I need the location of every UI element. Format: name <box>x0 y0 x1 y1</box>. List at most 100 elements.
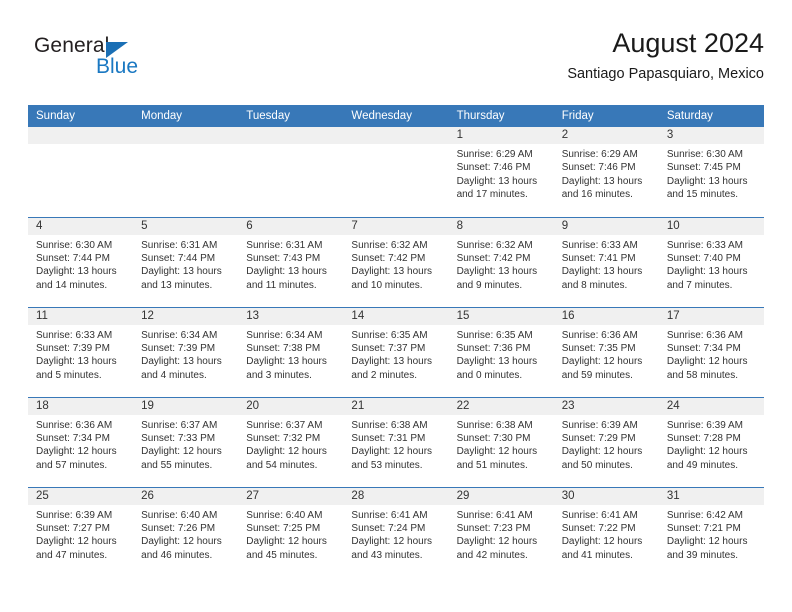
day-details: Sunrise: 6:41 AM Sunset: 7:23 PM Daylight:… <box>449 505 554 563</box>
day-cell[interactable]: 3 Sunrise: 6:30 AM Sunset: 7:45 PM Daylight… <box>658 127 764 217</box>
day-number: 24 <box>658 397 764 415</box>
weekday-header-sunday: Sunday <box>28 105 134 127</box>
day-number: 30 <box>553 487 659 505</box>
day-number: 31 <box>658 487 764 505</box>
day-number: 2 <box>553 127 659 144</box>
day-cell[interactable]: 6 Sunrise: 6:31 AM Sunset: 7:43 PM Daylight… <box>238 216 344 307</box>
sunrise-text: Sunrise: 6:33 AM <box>36 329 113 341</box>
daylight-text: Daylight: 12 hours <box>36 446 117 458</box>
day-cell[interactable]: 30 Sunrise: 6:41 AM Sunset: 7:22 PM Dayligh… <box>553 486 659 577</box>
week-row: 1 Sunrise: 6:29 AM Sunset: 7:46 PM Daylight… <box>28 127 764 217</box>
day-cell[interactable]: 17 Sunrise: 6:36 AM Sunset: 7:34 PM Dayligh… <box>658 306 764 397</box>
day-cell[interactable]: 20 Sunrise: 6:37 AM Sunset: 7:32 PM Dayligh… <box>238 396 344 487</box>
day-cell-empty <box>343 127 449 217</box>
sunrise-sunset-calendar: Sunday Monday Tuesday Wednesday Thursday Frid… <box>28 105 764 577</box>
day-number <box>133 127 239 144</box>
day-cell[interactable]: 24 Sunrise: 6:39 AM Sunset: 7:28 PM Dayligh… <box>658 396 764 487</box>
day-cell[interactable]: 31 Sunrise: 6:42 AM Sunset: 7:21 PM Dayligh… <box>658 486 764 577</box>
day-cell[interactable]: 28 Sunrise: 6:41 AM Sunset: 7:24 PM Dayligh… <box>343 486 449 577</box>
daylight-text: and 53 minutes. <box>351 459 423 471</box>
day-cell[interactable]: 25 Sunrise: 6:39 AM Sunset: 7:27 PM Dayligh… <box>28 486 134 577</box>
daylight-text: Daylight: 13 hours <box>36 356 117 368</box>
day-cell[interactable]: 23 Sunrise: 6:39 AM Sunset: 7:29 PM Dayligh… <box>553 396 659 487</box>
day-cell[interactable]: 18 Sunrise: 6:36 AM Sunset: 7:34 PM Dayligh… <box>28 396 134 487</box>
day-cell[interactable]: 21 Sunrise: 6:38 AM Sunset: 7:31 PM Dayligh… <box>343 396 449 487</box>
day-cell[interactable]: 29 Sunrise: 6:41 AM Sunset: 7:23 PM Dayligh… <box>448 486 554 577</box>
sunrise-text: Sunrise: 6:42 AM <box>666 509 743 521</box>
sunset-text: Sunset: 7:24 PM <box>351 522 426 534</box>
sunrise-text: Sunrise: 6:39 AM <box>561 419 638 431</box>
day-details: Sunrise: 6:31 AM Sunset: 7:44 PM Daylight:… <box>133 235 238 293</box>
daylight-text: Daylight: 13 hours <box>141 266 222 278</box>
day-cell[interactable]: 5 Sunrise: 6:31 AM Sunset: 7:44 PM Daylight… <box>133 216 239 307</box>
daylight-text: and 9 minutes. <box>456 279 523 291</box>
daylight-text: Daylight: 12 hours <box>561 356 643 368</box>
day-details: Sunrise: 6:37 AM Sunset: 7:32 PM Daylight:… <box>238 415 343 473</box>
general-blue-logo[interactable]: General Blue <box>34 34 214 86</box>
daylight-text: Daylight: 13 hours <box>561 266 643 278</box>
day-cell[interactable]: 27 Sunrise: 6:40 AM Sunset: 7:25 PM Dayligh… <box>238 486 344 577</box>
day-cell[interactable]: 12 Sunrise: 6:34 AM Sunset: 7:39 PM Dayligh… <box>133 306 239 397</box>
day-details: Sunrise: 6:40 AM Sunset: 7:26 PM Daylight:… <box>133 505 238 563</box>
sunset-text: Sunset: 7:44 PM <box>36 252 110 264</box>
day-details: Sunrise: 6:40 AM Sunset: 7:25 PM Daylight:… <box>238 505 343 563</box>
day-number: 17 <box>658 307 764 325</box>
weekday-header-tuesday: Tuesday <box>238 105 344 127</box>
sunrise-text: Sunrise: 6:32 AM <box>456 239 533 251</box>
daylight-text: Daylight: 13 hours <box>456 175 538 187</box>
daylight-text: and 7 minutes. <box>666 279 733 291</box>
weekday-header-friday: Friday <box>553 105 659 127</box>
day-details: Sunrise: 6:33 AM Sunset: 7:40 PM Daylight:… <box>659 235 764 293</box>
sunset-text: Sunset: 7:40 PM <box>666 252 741 264</box>
sunrise-text: Sunrise: 6:40 AM <box>141 509 218 521</box>
title-block: August 2024 Santiago Papasquiaro, Mexico <box>244 26 764 85</box>
day-details: Sunrise: 6:37 AM Sunset: 7:33 PM Daylight:… <box>133 415 238 473</box>
day-cell[interactable]: 8 Sunrise: 6:32 AM Sunset: 7:42 PM Daylight… <box>448 216 554 307</box>
day-cell-empty <box>133 127 239 217</box>
day-number: 1 <box>448 127 554 144</box>
day-details: Sunrise: 6:41 AM Sunset: 7:24 PM Daylight:… <box>343 505 448 563</box>
day-cell[interactable]: 2 Sunrise: 6:29 AM Sunset: 7:46 PM Daylight… <box>553 127 659 217</box>
day-details: Sunrise: 6:32 AM Sunset: 7:42 PM Daylight:… <box>343 235 448 293</box>
day-details: Sunrise: 6:39 AM Sunset: 7:29 PM Daylight:… <box>554 415 659 473</box>
day-cell[interactable]: 19 Sunrise: 6:37 AM Sunset: 7:33 PM Dayligh… <box>133 396 239 487</box>
day-cell[interactable]: 7 Sunrise: 6:32 AM Sunset: 7:42 PM Daylight… <box>343 216 449 307</box>
daylight-text: Daylight: 12 hours <box>561 446 643 458</box>
sunset-text: Sunset: 7:41 PM <box>561 252 636 264</box>
day-cell[interactable]: 1 Sunrise: 6:29 AM Sunset: 7:46 PM Daylight… <box>448 127 554 217</box>
sunrise-text: Sunrise: 6:33 AM <box>666 239 743 251</box>
sunset-text: Sunset: 7:46 PM <box>561 162 636 174</box>
day-details: Sunrise: 6:35 AM Sunset: 7:37 PM Daylight:… <box>343 325 448 383</box>
weekday-header-wednesday: Wednesday <box>343 105 449 127</box>
daylight-text: and 50 minutes. <box>561 459 633 471</box>
day-details: Sunrise: 6:42 AM Sunset: 7:21 PM Daylight:… <box>659 505 764 563</box>
day-cell[interactable]: 13 Sunrise: 6:34 AM Sunset: 7:38 PM Dayligh… <box>238 306 344 397</box>
day-details: Sunrise: 6:30 AM Sunset: 7:44 PM Daylight:… <box>28 235 133 293</box>
day-number: 16 <box>553 307 659 325</box>
day-cell[interactable]: 22 Sunrise: 6:38 AM Sunset: 7:30 PM Dayligh… <box>448 396 554 487</box>
day-cell[interactable]: 4 Sunrise: 6:30 AM Sunset: 7:44 PM Daylight… <box>28 216 134 307</box>
daylight-text: and 10 minutes. <box>351 279 423 291</box>
day-cell[interactable]: 16 Sunrise: 6:36 AM Sunset: 7:35 PM Dayligh… <box>553 306 659 397</box>
daylight-text: Daylight: 12 hours <box>246 536 327 548</box>
daylight-text: Daylight: 13 hours <box>666 175 748 187</box>
sunrise-text: Sunrise: 6:41 AM <box>456 509 533 521</box>
calendar-page: General Blue August 2024 Santiago Papasq… <box>0 0 792 612</box>
day-cell[interactable]: 9 Sunrise: 6:33 AM Sunset: 7:41 PM Daylight… <box>553 216 659 307</box>
day-details: Sunrise: 6:34 AM Sunset: 7:39 PM Daylight:… <box>133 325 238 383</box>
day-number: 15 <box>448 307 554 325</box>
daylight-text: Daylight: 12 hours <box>666 536 748 548</box>
day-number: 13 <box>238 307 344 325</box>
day-cell[interactable]: 15 Sunrise: 6:35 AM Sunset: 7:36 PM Dayligh… <box>448 306 554 397</box>
day-cell[interactable]: 26 Sunrise: 6:40 AM Sunset: 7:26 PM Dayligh… <box>133 486 239 577</box>
sunset-text: Sunset: 7:34 PM <box>36 432 110 444</box>
day-cell[interactable]: 14 Sunrise: 6:35 AM Sunset: 7:37 PM Dayligh… <box>343 306 449 397</box>
sunset-text: Sunset: 7:36 PM <box>456 342 531 354</box>
sunset-text: Sunset: 7:37 PM <box>351 342 426 354</box>
sunset-text: Sunset: 7:39 PM <box>141 342 216 354</box>
day-number: 14 <box>343 307 449 325</box>
sunrise-text: Sunrise: 6:37 AM <box>141 419 218 431</box>
day-number: 23 <box>553 397 659 415</box>
day-cell[interactable]: 11 Sunrise: 6:33 AM Sunset: 7:39 PM Dayligh… <box>28 306 134 397</box>
day-cell[interactable]: 10 Sunrise: 6:33 AM Sunset: 7:40 PM Dayligh… <box>658 216 764 307</box>
